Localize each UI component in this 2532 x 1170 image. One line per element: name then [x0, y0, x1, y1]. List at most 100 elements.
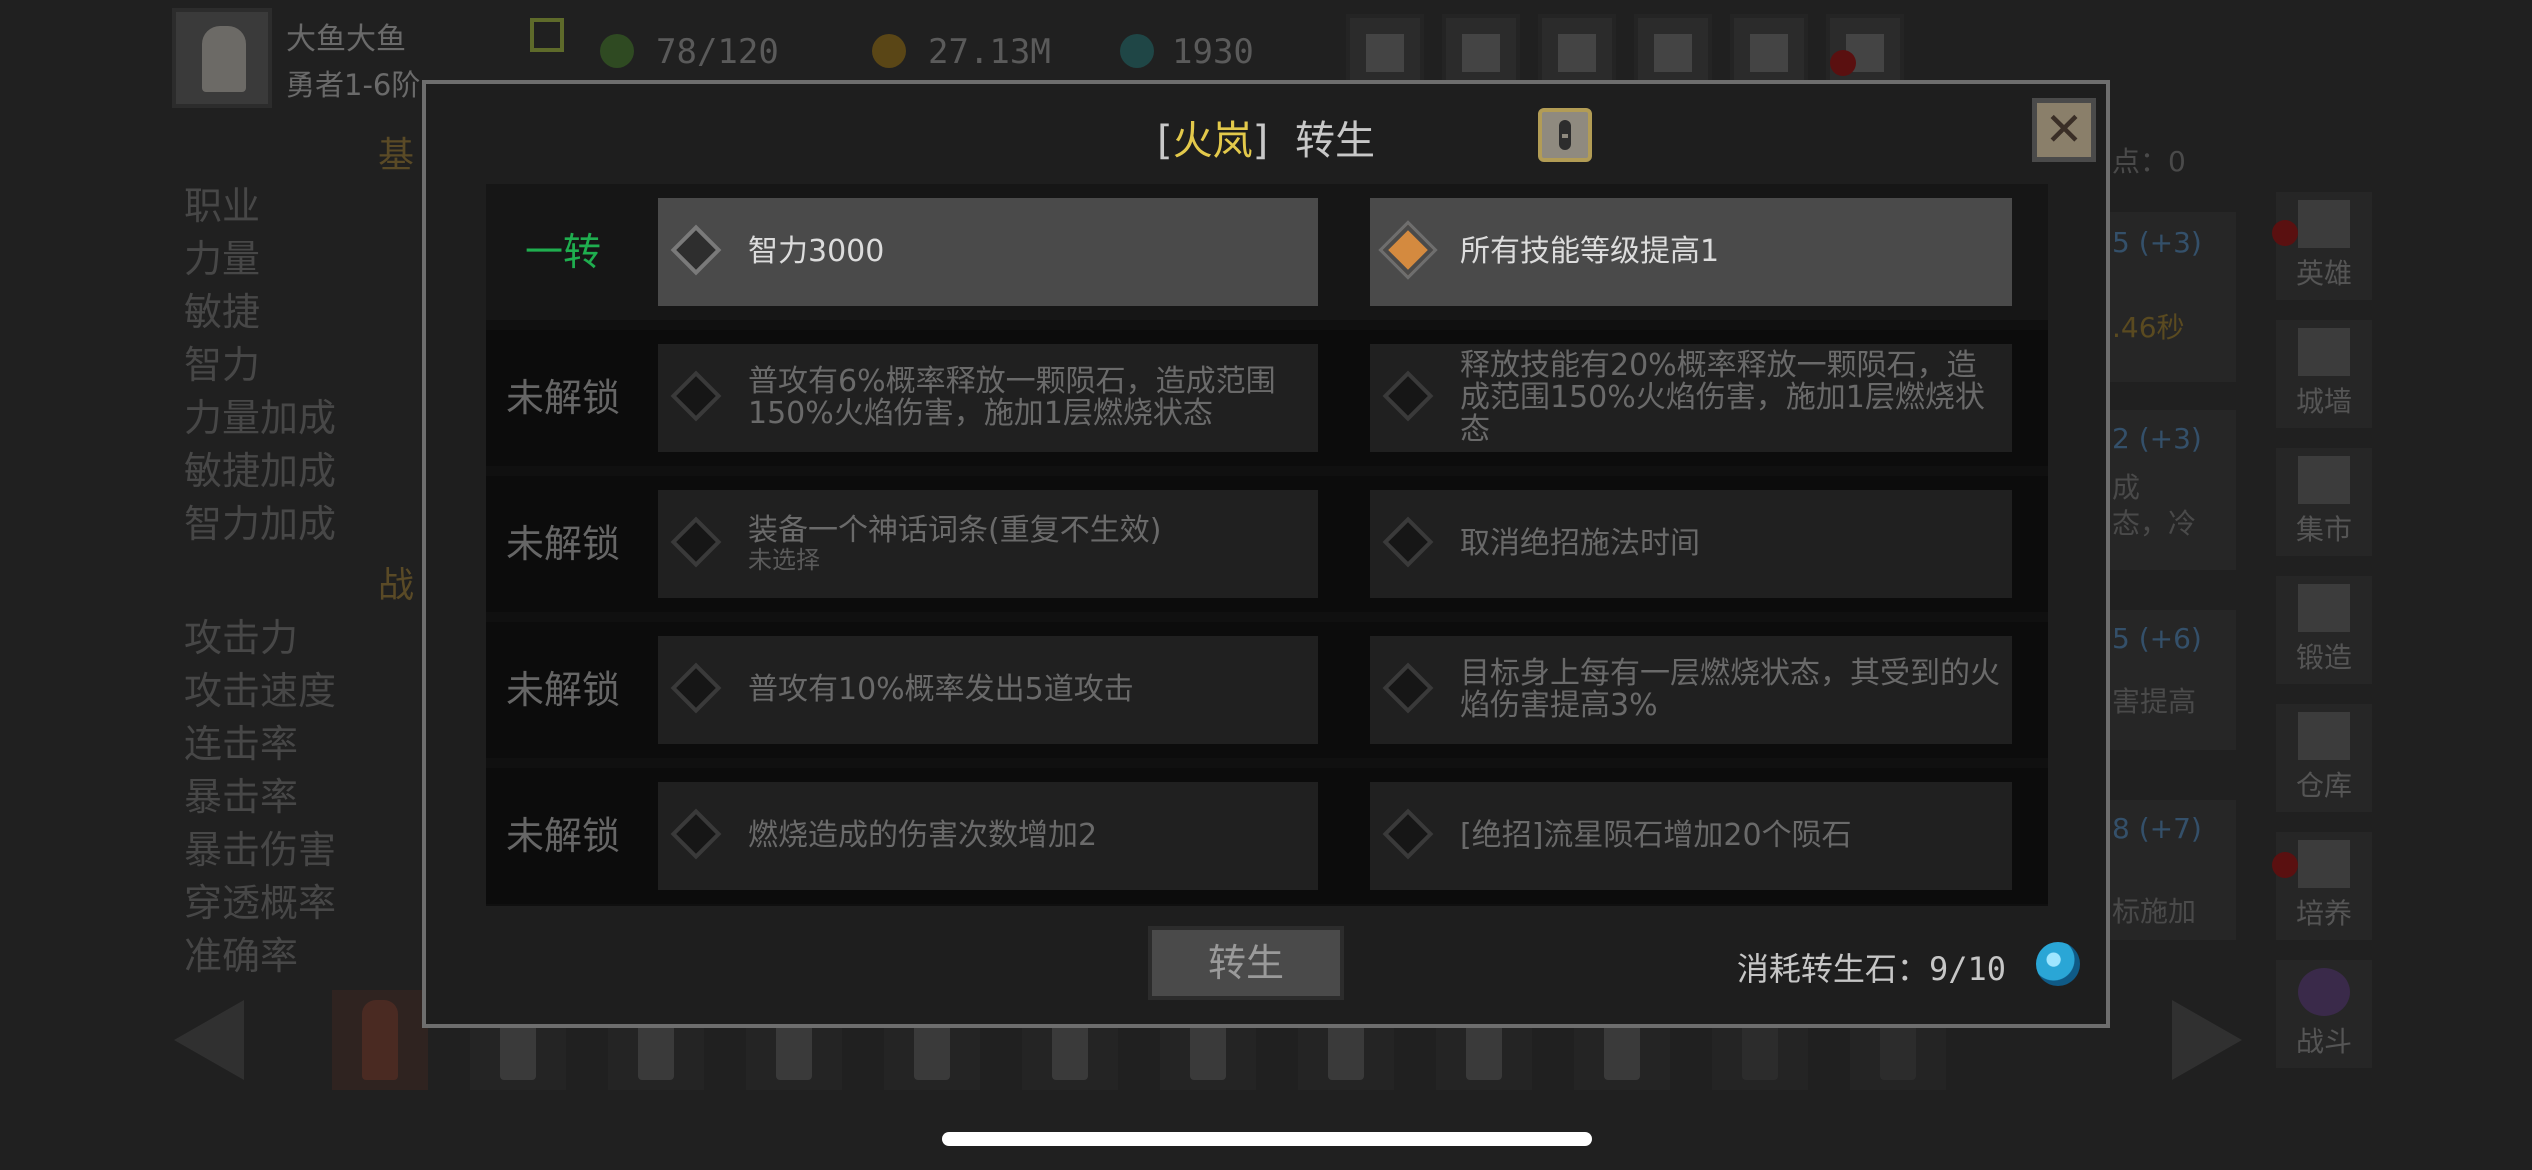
option-text: 普攻有10%概率发出5道攻击: [748, 672, 1134, 707]
option-text: 取消绝招施法时间: [1460, 526, 1700, 561]
help-button[interactable]: [1538, 108, 1592, 162]
portal-icon: [2298, 968, 2350, 1016]
stat-label: 暴击伤害: [184, 828, 337, 872]
player-avatar[interactable]: [172, 8, 272, 108]
option-text-wrap: 燃烧造成的伤害次数增加2: [748, 782, 1306, 890]
skill-card-text: 态，冷: [2112, 507, 2197, 540]
option-text: 装备一个神话词条(重复不生效): [748, 513, 1162, 548]
gold-icon: [872, 34, 906, 68]
basic-stats-list: 职业 力量 敏捷 智力 力量加成 敏捷加成 智力加成: [184, 180, 336, 551]
rebirth-button[interactable]: 转生: [1148, 926, 1344, 1000]
stat-label: 敏捷: [184, 290, 261, 334]
close-icon: ✕: [2044, 102, 2084, 156]
stat-label: 暴击率: [184, 775, 299, 819]
skill-card-text: .46秒: [2112, 311, 2185, 344]
option-right[interactable]: 取消绝招施法时间: [1370, 490, 2012, 598]
rebirth-stone-icon: [2036, 942, 2080, 986]
nav-wall[interactable]: 城墙: [2276, 320, 2372, 428]
rebirth-row: 一转 智力3000 所有技能等级提高1: [486, 184, 2048, 320]
prev-page-icon[interactable]: [174, 1000, 244, 1080]
option-text: 目标身上每有一层燃烧状态，其受到的火焰伤害提高3%: [1460, 656, 2000, 723]
exclamation-icon: [1559, 120, 1571, 150]
next-page-icon[interactable]: [2172, 1000, 2242, 1080]
option-text: 智力3000: [748, 234, 885, 269]
option-left[interactable]: 装备一个神话词条(重复不生效) 未选择: [658, 490, 1318, 598]
stat-label: 攻击力: [184, 616, 299, 660]
option-subtext: 未选择: [748, 546, 820, 574]
rebirth-table: 一转 智力3000 所有技能等级提高1 未解锁 普攻有6%概率释放一颗陨石，造成…: [486, 184, 2048, 906]
diamond-icon: [1382, 808, 1434, 860]
hero-portrait: [362, 1000, 398, 1080]
skill-card-text: 害提高: [2112, 685, 2197, 718]
stat-label: 准确率: [184, 934, 299, 978]
option-right[interactable]: 所有技能等级提高1: [1370, 198, 2012, 306]
diamond-icon: [670, 662, 722, 714]
diamond-icon: [670, 224, 722, 276]
option-text-wrap: 装备一个神话词条(重复不生效) 未选择: [748, 490, 1306, 598]
rebirth-row: 未解锁 普攻有10%概率发出5道攻击 目标身上每有一层燃烧状态，其受到的火焰伤害…: [486, 622, 2048, 758]
close-button[interactable]: ✕: [2032, 98, 2096, 162]
option-right[interactable]: 目标身上每有一层燃烧状态，其受到的火焰伤害提高3%: [1370, 636, 2012, 744]
nav-market[interactable]: 集市: [2276, 448, 2372, 556]
wheel-icon: [1750, 34, 1788, 72]
option-text: [绝招]流星陨石增加20个陨石: [1460, 818, 1852, 853]
skill-card-text: 标施加: [2112, 895, 2197, 928]
nav-label: 英雄: [2295, 257, 2352, 290]
market-icon: [2298, 456, 2350, 504]
option-text-wrap: 普攻有6%概率释放一颗陨石，造成范围150%火焰伤害，施加1层燃烧状态: [748, 344, 1306, 452]
skill-card-text: 8 (+7): [2112, 812, 2202, 845]
rebirth-dialog: [火岚] 转生 ✕ 一转 智力3000 所有技能等级提高1 未解锁 普攻有6%概…: [422, 80, 2110, 1028]
hero-slot[interactable]: [332, 990, 428, 1090]
option-text-wrap: [绝招]流星陨石增加20个陨石: [1460, 782, 2000, 890]
option-right[interactable]: [绝招]流星陨石增加20个陨石: [1370, 782, 2012, 890]
diamond-icon: [1382, 662, 1434, 714]
option-text-wrap: 普攻有10%概率发出5道攻击: [748, 636, 1306, 744]
diamond-icon: [1382, 516, 1434, 568]
option-left[interactable]: 普攻有6%概率释放一颗陨石，造成范围150%火焰伤害，施加1层燃烧状态: [658, 344, 1318, 452]
nav-storage[interactable]: 仓库: [2276, 704, 2372, 812]
option-text-wrap: 目标身上每有一层燃烧状态，其受到的火焰伤害提高3%: [1460, 636, 2000, 744]
nav-label: 仓库: [2295, 769, 2352, 802]
row-label: 未解锁: [505, 522, 620, 566]
side-navigation: 英雄 城墙 集市 锻造 仓库 培养 战斗: [2276, 192, 2372, 1088]
train-icon: [2298, 840, 2350, 888]
skill-card-text: 成: [2112, 471, 2141, 504]
stat-label: 攻击速度: [184, 669, 337, 713]
nav-label: 集市: [2295, 513, 2352, 546]
option-right[interactable]: 释放技能有20%概率释放一颗陨石，造成范围150%火焰伤害，施加1层燃烧状态: [1370, 344, 2012, 452]
row-label: 未解锁: [505, 814, 620, 858]
stat-label: 智力加成: [184, 502, 337, 546]
edit-name-icon[interactable]: [530, 18, 564, 52]
option-text: 释放技能有20%概率释放一颗陨石，造成范围150%火焰伤害，施加1层燃烧状态: [1460, 348, 1985, 447]
option-text-wrap: 取消绝招施法时间: [1460, 490, 2000, 598]
stat-label: 智力: [184, 343, 261, 387]
rebirth-row: 未解锁 燃烧造成的伤害次数增加2 [绝招]流星陨石增加20个陨石: [486, 768, 2048, 904]
combat-stats-list: 攻击力 攻击速度 连击率 暴击率 暴击伤害 穿透概率 准确率: [184, 612, 336, 983]
nav-label: 锻造: [2295, 641, 2352, 674]
option-left[interactable]: 智力3000: [658, 198, 1318, 306]
title-bracket-open: [: [1157, 118, 1173, 164]
nav-train[interactable]: 培养: [2276, 832, 2372, 940]
option-text-wrap: 所有技能等级提高1: [1460, 198, 2000, 306]
alert-badge-icon: [2272, 220, 2298, 246]
alert-badge-icon: [2272, 852, 2298, 878]
anvil-icon: [2298, 584, 2350, 632]
nav-forge[interactable]: 锻造: [2276, 576, 2372, 684]
nav-label: 城墙: [2295, 385, 2352, 418]
stamina-icon: [600, 34, 634, 68]
hero-name: 火岚: [1172, 118, 1253, 164]
row-label: 未解锁: [505, 376, 620, 420]
option-left[interactable]: 普攻有10%概率发出5道攻击: [658, 636, 1318, 744]
gem-icon: [1120, 34, 1154, 68]
nav-hero[interactable]: 英雄: [2276, 192, 2372, 300]
nav-battle[interactable]: 战斗: [2276, 960, 2372, 1068]
diamond-icon: [670, 516, 722, 568]
nav-label: 战斗: [2295, 1025, 2352, 1058]
cost-value: 9/10: [1928, 950, 2006, 988]
row-label: 未解锁: [505, 668, 620, 712]
nav-label: 培养: [2295, 897, 2352, 930]
option-left[interactable]: 燃烧造成的伤害次数增加2: [658, 782, 1318, 890]
hero-icon: [2298, 200, 2350, 248]
home-indicator[interactable]: [942, 1132, 1592, 1146]
rebirth-row: 未解锁 普攻有6%概率释放一颗陨石，造成范围150%火焰伤害，施加1层燃烧状态 …: [486, 330, 2048, 466]
